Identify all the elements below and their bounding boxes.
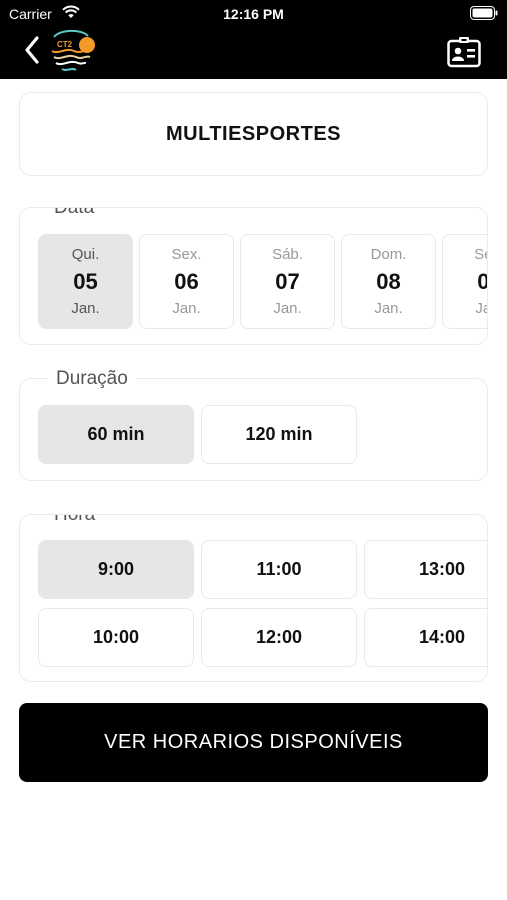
date-option[interactable]: Sáb. 07 Jan. (240, 234, 335, 329)
date-month: Jan. (475, 300, 487, 317)
date-day: 09 (477, 269, 487, 295)
hour-option[interactable]: 10:00 (38, 608, 194, 667)
status-time: 12:16 PM (223, 6, 284, 22)
date-weekday: Sáb. (272, 246, 303, 263)
venue-title-card: MULTIESPORTES (19, 92, 488, 176)
date-day: 05 (73, 269, 98, 294)
member-card-button[interactable] (447, 36, 481, 68)
battery-icon (470, 6, 498, 20)
hour-option[interactable]: 12:00 (201, 608, 357, 667)
date-day: 07 (275, 269, 300, 294)
view-available-times-button[interactable]: VER HORARIOS DISPONÍVEIS (19, 703, 488, 782)
logo-text: CT2 (57, 40, 73, 49)
date-month: Jan. (374, 300, 403, 317)
date-month: Jan. (273, 300, 302, 317)
date-weekday: Sex. (171, 246, 202, 263)
hour-section-label: Hora (46, 515, 104, 526)
duration-option[interactable]: 120 min (201, 405, 357, 464)
date-option[interactable]: Sex. 06 Jan. (139, 234, 234, 329)
date-section: Data Qui. 05 Jan. Sex. 06 Jan. Sáb. 07 Jan. Dom. 0… (19, 207, 488, 345)
app-logo: CT2 (51, 29, 95, 71)
top-bar: Carrier 12:16 PM CT2 (0, 0, 507, 79)
date-option[interactable]: Qui. 05 Jan. (38, 234, 133, 329)
date-selector[interactable]: Qui. 05 Jan. Sex. 06 Jan. Sáb. 07 Jan. Dom. 08 Jan.… (38, 234, 487, 329)
date-day: 08 (376, 269, 401, 294)
date-weekday: Dom. (370, 246, 407, 263)
date-option[interactable]: Seg. 09 Jan. (442, 234, 487, 329)
id-card-icon (447, 37, 481, 68)
date-weekday: Seg. (474, 246, 487, 263)
duration-section-label: Duração (48, 368, 136, 390)
duration-selector: 60 min 120 min (38, 405, 357, 464)
duration-section: Duração 60 min 120 min (19, 368, 488, 481)
hour-option[interactable]: 14:00 (364, 608, 487, 667)
date-month: Jan. (172, 300, 201, 317)
date-option[interactable]: Dom. 08 Jan. (341, 234, 436, 329)
venue-title: MULTIESPORTES (165, 122, 342, 145)
hour-option[interactable]: 9:00 (38, 540, 194, 599)
duration-option[interactable]: 60 min (38, 405, 194, 464)
hour-option[interactable]: 13:00 (364, 540, 487, 599)
back-button[interactable] (18, 33, 46, 67)
hour-selector: 9:00 11:00 13:00 10:00 12:00 14:00 (38, 540, 487, 667)
hour-option[interactable]: 11:00 (201, 540, 357, 599)
date-day: 06 (174, 269, 199, 294)
hour-section: Hora 9:00 11:00 13:00 10:00 12:00 14:00 (19, 514, 488, 682)
date-month: Jan. (71, 300, 100, 317)
date-section-label: Data (46, 208, 103, 219)
status-bar: Carrier 12:16 PM (0, 0, 507, 28)
chevron-left-icon (25, 36, 39, 64)
date-weekday: Qui. (71, 246, 100, 263)
